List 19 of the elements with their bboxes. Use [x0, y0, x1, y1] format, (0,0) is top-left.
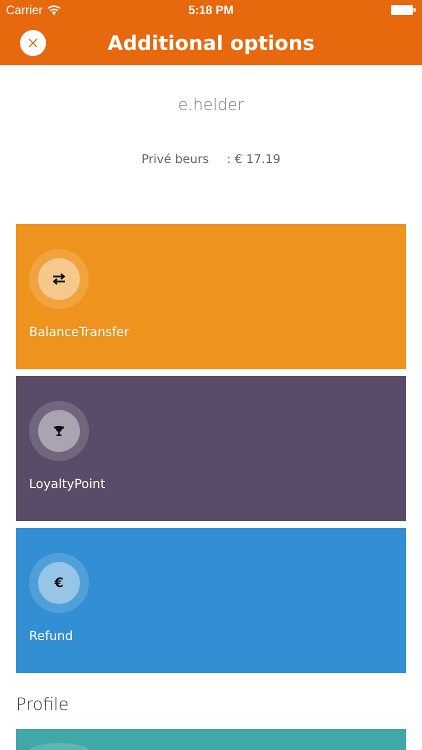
euro-icon: €	[54, 576, 64, 590]
option-card[interactable]: LoyaltyPoint	[16, 376, 406, 521]
close-button[interactable]	[20, 30, 46, 56]
close-icon	[28, 38, 38, 48]
option-label: BalanceTransfer	[29, 324, 130, 339]
carrier-name: Carrier	[6, 3, 43, 17]
trophy-icon	[53, 425, 65, 437]
battery-icon	[391, 5, 416, 15]
balance-label: Privé beurs	[141, 152, 209, 166]
section-heading: Profile	[16, 695, 70, 717]
transfer-arrows-icon	[52, 273, 66, 285]
status-time: 5:18 PM	[188, 3, 234, 17]
option-card[interactable]: € Refund	[16, 528, 406, 673]
option-label: LoyaltyPoint	[29, 476, 106, 491]
balance-value: : € 17.19	[226, 152, 281, 166]
wifi-icon	[46, 5, 61, 15]
option-label: Refund	[29, 628, 74, 643]
page-title: Additional options	[107, 30, 315, 54]
user-name: e.helder	[178, 95, 244, 114]
